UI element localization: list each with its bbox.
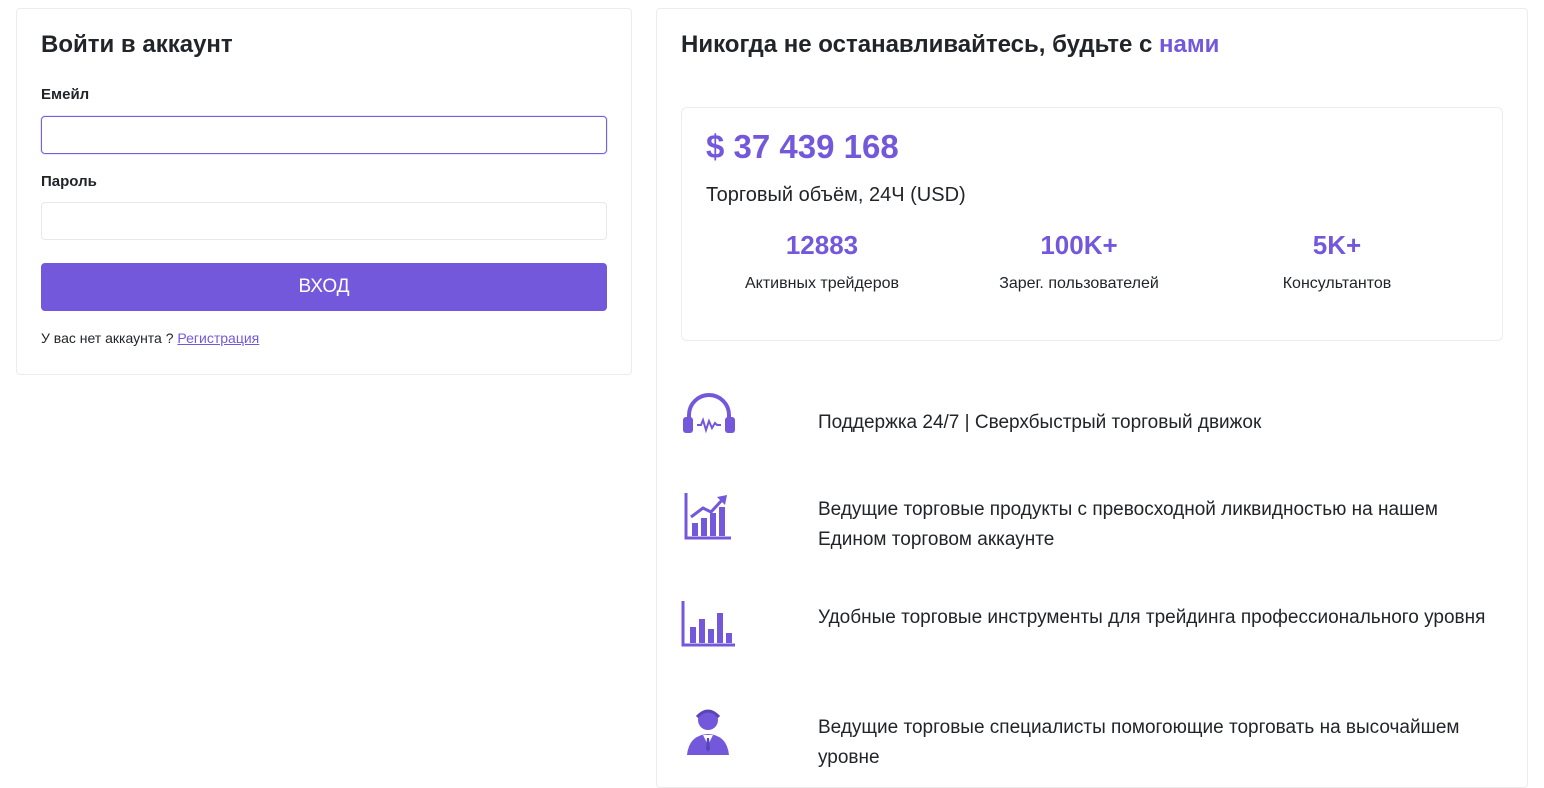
login-card: Войти в аккаунт Емейл Пароль ВХОД У вас … bbox=[16, 8, 632, 375]
growth-chart-icon bbox=[684, 493, 731, 540]
register-link[interactable]: Регистрация bbox=[177, 330, 259, 346]
stats-box: $ 37 439 168 Торговый объём, 24Ч (USD) 1… bbox=[681, 107, 1503, 341]
email-input[interactable] bbox=[41, 116, 607, 154]
feature-text: Поддержка 24/7 | Сверхбыстрый торговый д… bbox=[818, 412, 1262, 433]
stat-label: Консультантов bbox=[1282, 275, 1392, 292]
feature-text: Ведущие торговые продукты с превосходной… bbox=[818, 499, 1438, 550]
feature-text: Удобные торговые инструменты для трейдин… bbox=[818, 607, 1486, 628]
email-label: Емейл bbox=[41, 86, 90, 103]
stat-value: 12883 bbox=[785, 230, 859, 260]
promo-card: Никогда не останавливайтесь, будьте с на… bbox=[656, 8, 1528, 788]
promo-title-main: Никогда не останавливайтесь, будьте с bbox=[681, 31, 1153, 58]
trading-volume-value: $ 37 439 168 bbox=[706, 128, 899, 165]
login-title: Войти в аккаунт bbox=[41, 31, 233, 58]
specialist-icon bbox=[687, 709, 729, 755]
stat-registered-users: 100K+ Зарег. пользователей bbox=[969, 230, 1189, 293]
password-input[interactable] bbox=[41, 202, 607, 240]
promo-title: Никогда не останавливайтесь, будьте с на… bbox=[681, 31, 1219, 59]
login-button[interactable]: ВХОД bbox=[41, 263, 607, 311]
feature-text: Ведущие торговые специалисты помогоющие … bbox=[818, 717, 1460, 768]
stat-label: Зарег. пользователей bbox=[999, 275, 1159, 292]
signup-prompt: У вас нет аккаунта ? Регистрация bbox=[41, 330, 259, 346]
stat-active-traders: 12883 Активных трейдеров bbox=[712, 230, 932, 293]
stat-consultants: 5K+ Консультантов bbox=[1227, 230, 1447, 293]
bar-chart-icon bbox=[681, 601, 735, 647]
promo-title-accent: нами bbox=[1159, 31, 1220, 58]
stat-value: 100K+ bbox=[1040, 230, 1118, 260]
trading-volume-label: Торговый объём, 24Ч (USD) bbox=[706, 184, 966, 206]
stat-label: Активных трейдеров bbox=[745, 275, 899, 292]
headset-icon bbox=[683, 393, 735, 434]
password-label: Пароль bbox=[41, 173, 97, 190]
stat-value: 5K+ bbox=[1312, 230, 1362, 260]
no-account-text: У вас нет аккаунта ? bbox=[41, 330, 174, 346]
